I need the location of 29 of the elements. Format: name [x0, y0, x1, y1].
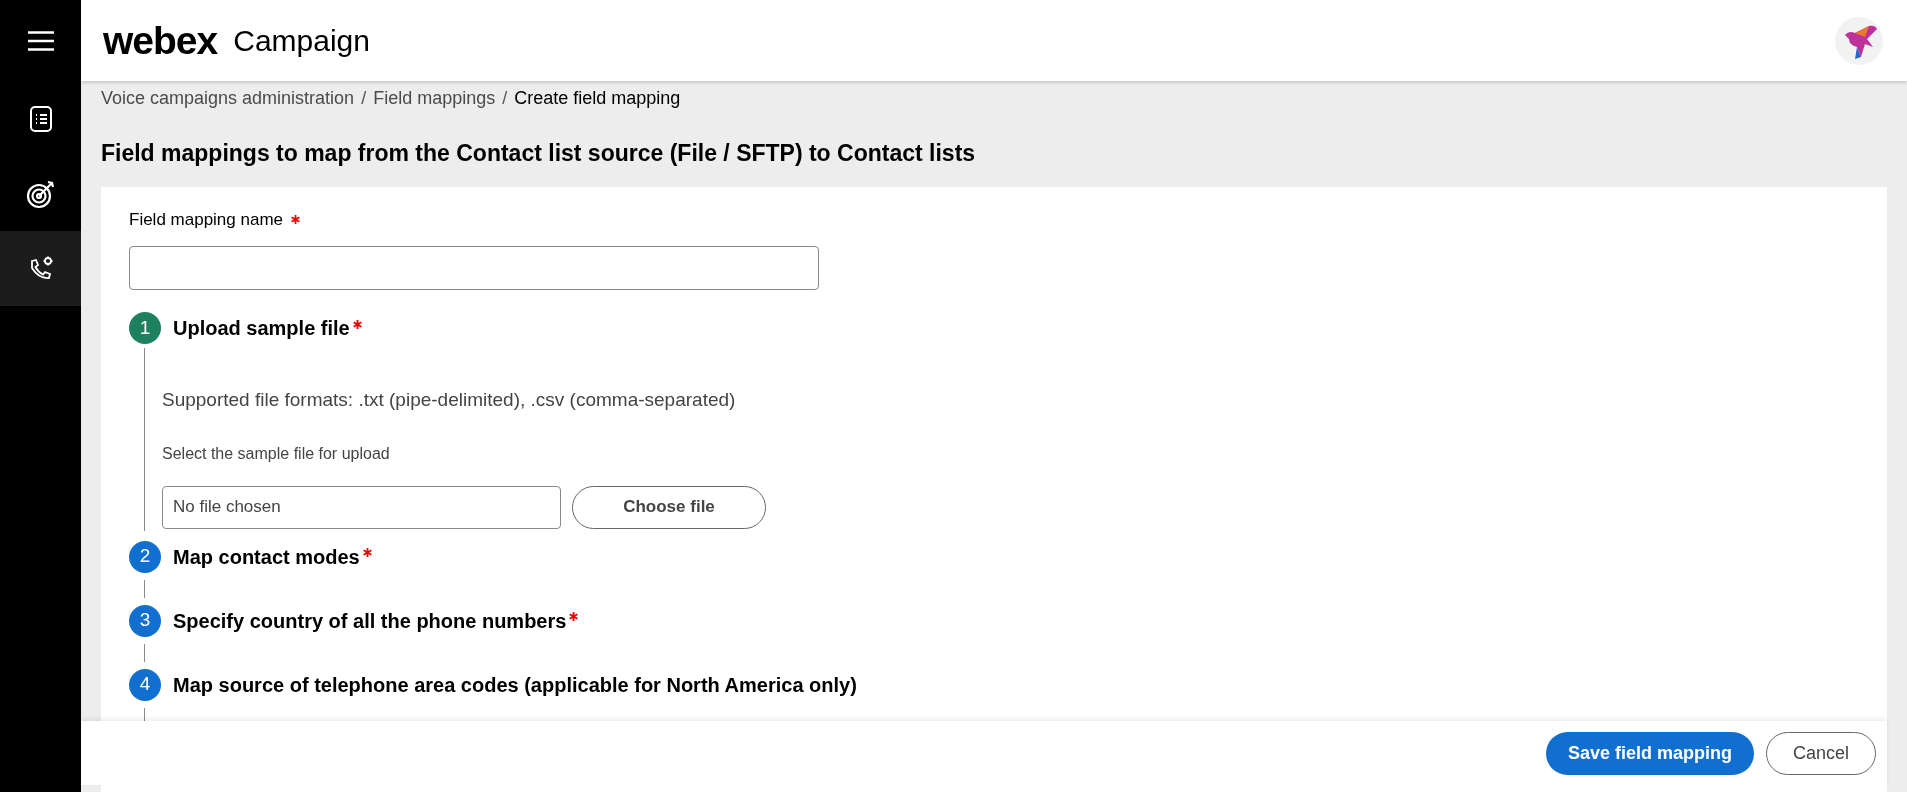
choose-file-button[interactable]: Choose file	[572, 485, 766, 529]
product-name: Campaign	[233, 25, 370, 56]
menu-icon[interactable]	[27, 30, 54, 51]
field-mapping-name-input[interactable]	[129, 246, 819, 290]
target-icon	[25, 178, 56, 209]
step-title[interactable]: Map contact modes	[173, 541, 360, 572]
file-label: Select the sample file for upload	[162, 443, 391, 464]
save-button[interactable]: Save field mapping	[1545, 731, 1754, 775]
step-number: 2	[129, 540, 161, 573]
step-title[interactable]: Map source of telephone area codes (applicable for North America only)	[173, 669, 857, 700]
breadcrumb-separator: /	[361, 86, 367, 110]
logo: webex	[103, 21, 218, 60]
avatar-icon[interactable]	[1835, 16, 1883, 65]
sidebar-item[interactable]	[0, 231, 81, 306]
breadcrumb-link[interactable]: Voice campaigns administration	[101, 84, 355, 112]
breadcrumb-link[interactable]: Field mappings	[373, 84, 496, 112]
page-title: Field mappings to map from the Contact list source (File / SFTP) to Contact lists	[101, 139, 977, 168]
step-title[interactable]: Specify country of all the phone numbers	[173, 605, 567, 636]
breadcrumb-separator: /	[502, 86, 508, 110]
file-name-field[interactable]: No file chosen	[162, 485, 561, 529]
field-label: Field mapping name	[129, 208, 284, 231]
step-title[interactable]: Upload sample file	[173, 313, 350, 343]
step-number: 1	[129, 312, 161, 344]
list-document-icon	[28, 105, 53, 132]
formats-text: Supported file formats: .txt (pipe-delimited), .csv (comma-separated)	[162, 388, 737, 412]
step-number: 3	[129, 604, 161, 637]
step-number: 4	[129, 668, 161, 701]
cancel-button[interactable]: Cancel	[1765, 731, 1876, 775]
breadcrumb-current: Create field mapping	[514, 86, 681, 110]
